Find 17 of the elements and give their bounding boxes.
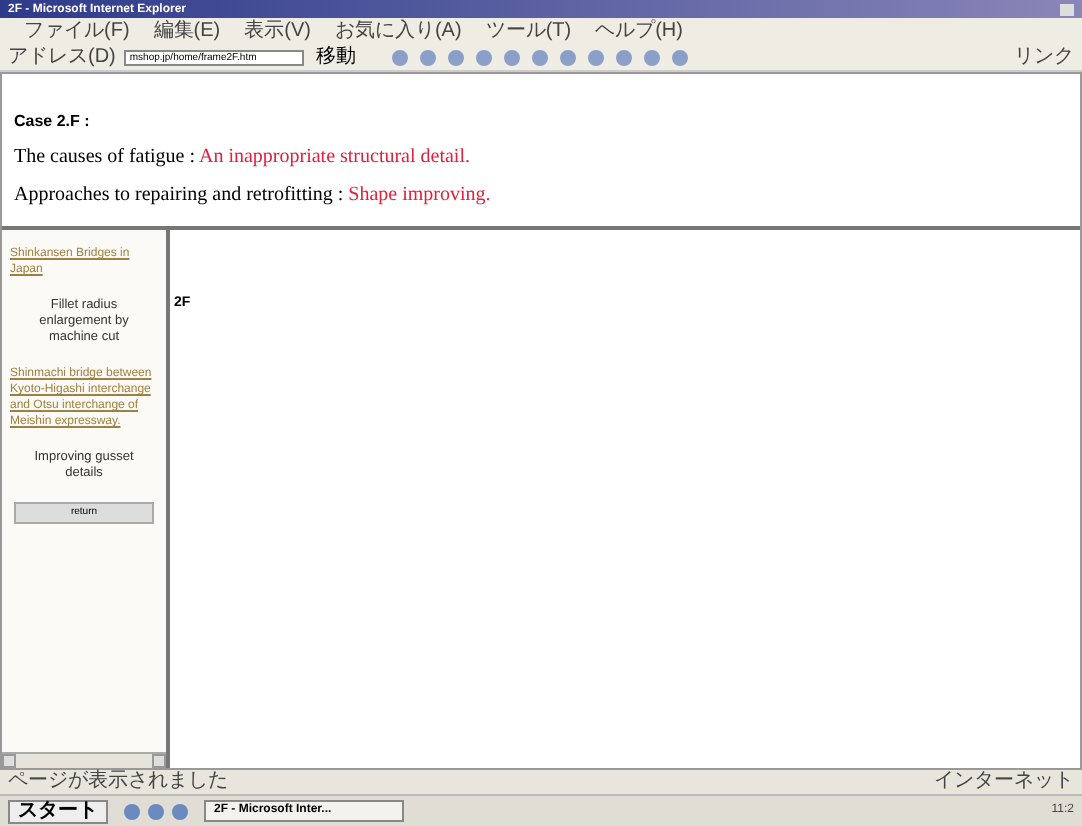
menu-item[interactable]: 表示(V) xyxy=(244,21,311,41)
menu-item[interactable]: お気に入り(A) xyxy=(334,21,462,41)
summary-line: The causes of fatigue : An inappropriate structural detail. xyxy=(14,144,472,172)
menu-item[interactable]: ツール(T) xyxy=(485,21,572,41)
menu-item[interactable]: 編集(E) xyxy=(153,21,221,41)
start-button[interactable]: スタート xyxy=(8,799,108,823)
menu-item[interactable]: ヘルプ(H) xyxy=(595,21,683,41)
go-button[interactable]: 移動 xyxy=(311,47,360,67)
menu-item[interactable]: ファイル(F) xyxy=(24,21,130,41)
case-title: Case 2.F : xyxy=(14,110,92,134)
status-text: ページが表示されました xyxy=(8,772,228,792)
address-label: アドレス(D) xyxy=(8,47,116,67)
zone-text: インターネット xyxy=(934,772,1074,792)
summary-line: Approaches to repairing and retrofitting : Shape improving. xyxy=(14,182,493,210)
links-label[interactable]: リンク xyxy=(1014,47,1074,67)
horizontal-scrollbar[interactable] xyxy=(2,752,166,768)
close-button[interactable] xyxy=(1060,3,1074,15)
